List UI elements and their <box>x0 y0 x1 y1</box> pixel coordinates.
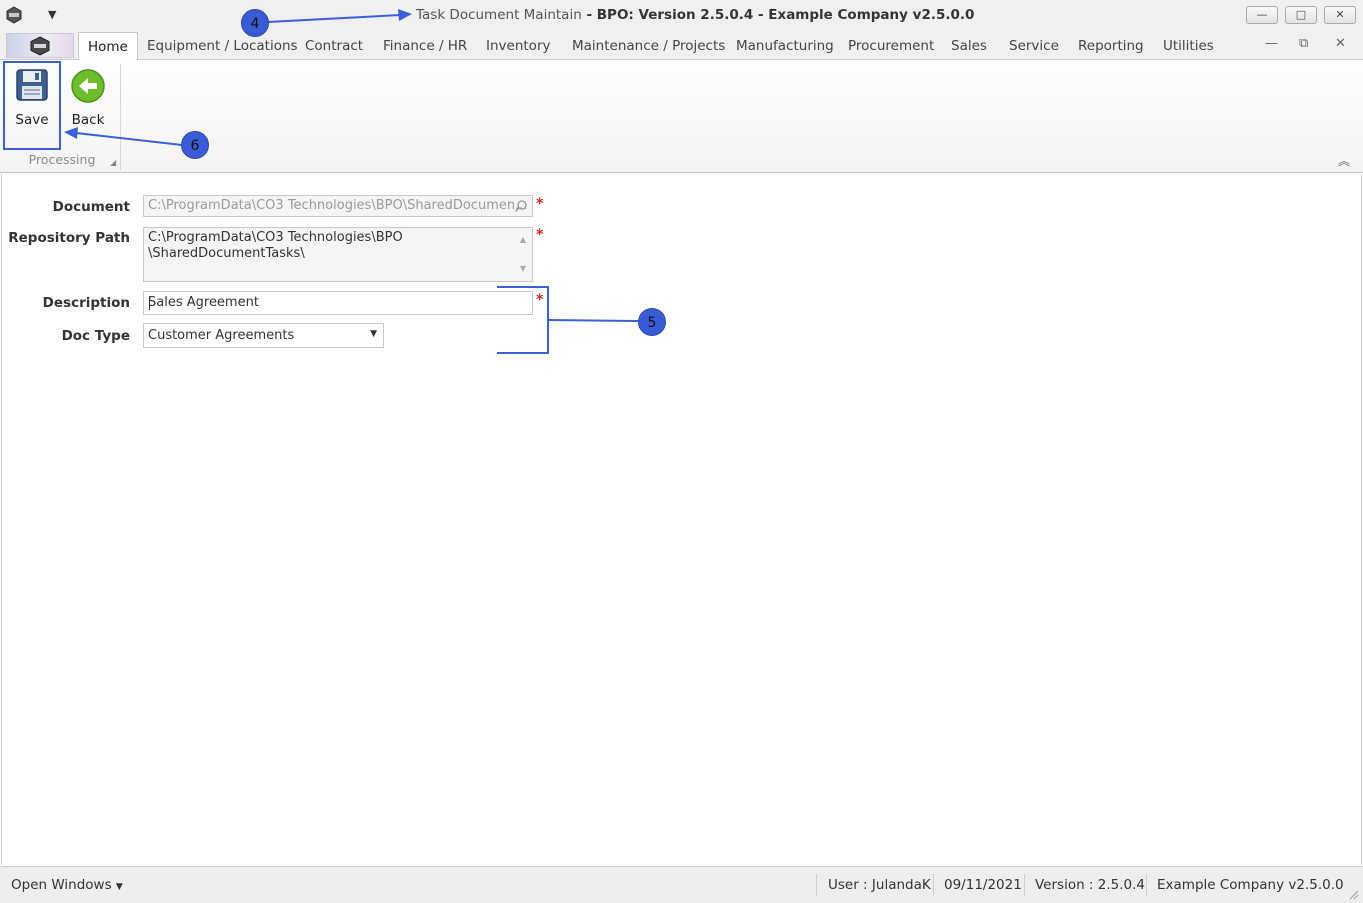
annotation-arrow-4 <box>267 14 401 23</box>
annotation-line-5 <box>547 319 641 322</box>
status-user: User : JulandaK <box>828 877 931 893</box>
status-date: 09/11/2021 <box>944 877 1022 893</box>
status-bar: Open Windows ▼ User : JulandaK 09/11/202… <box>0 866 1363 903</box>
status-divider <box>1024 874 1025 896</box>
status-divider <box>1146 874 1147 896</box>
resize-grip-icon[interactable] <box>1347 888 1359 900</box>
annotation-arrow-6 <box>75 132 183 146</box>
annotation-arrowhead-4 <box>398 9 412 21</box>
annotation-bracket-5 <box>497 286 549 354</box>
annotation-arrowhead-6 <box>64 127 78 139</box>
annotation-marker-6: 6 <box>181 131 209 159</box>
status-divider <box>933 874 934 896</box>
open-windows-label: Open Windows <box>11 877 112 893</box>
annotation-marker-4: 4 <box>241 9 269 37</box>
status-company: Example Company v2.5.0.0 <box>1157 877 1344 893</box>
save-highlight-box <box>3 61 61 150</box>
chevron-down-icon: ▼ <box>115 882 123 892</box>
status-divider <box>816 874 817 896</box>
annotation-marker-5: 5 <box>638 308 666 336</box>
status-version: Version : 2.5.0.4 <box>1035 877 1146 893</box>
open-windows-button[interactable]: Open Windows ▼ <box>11 877 123 893</box>
